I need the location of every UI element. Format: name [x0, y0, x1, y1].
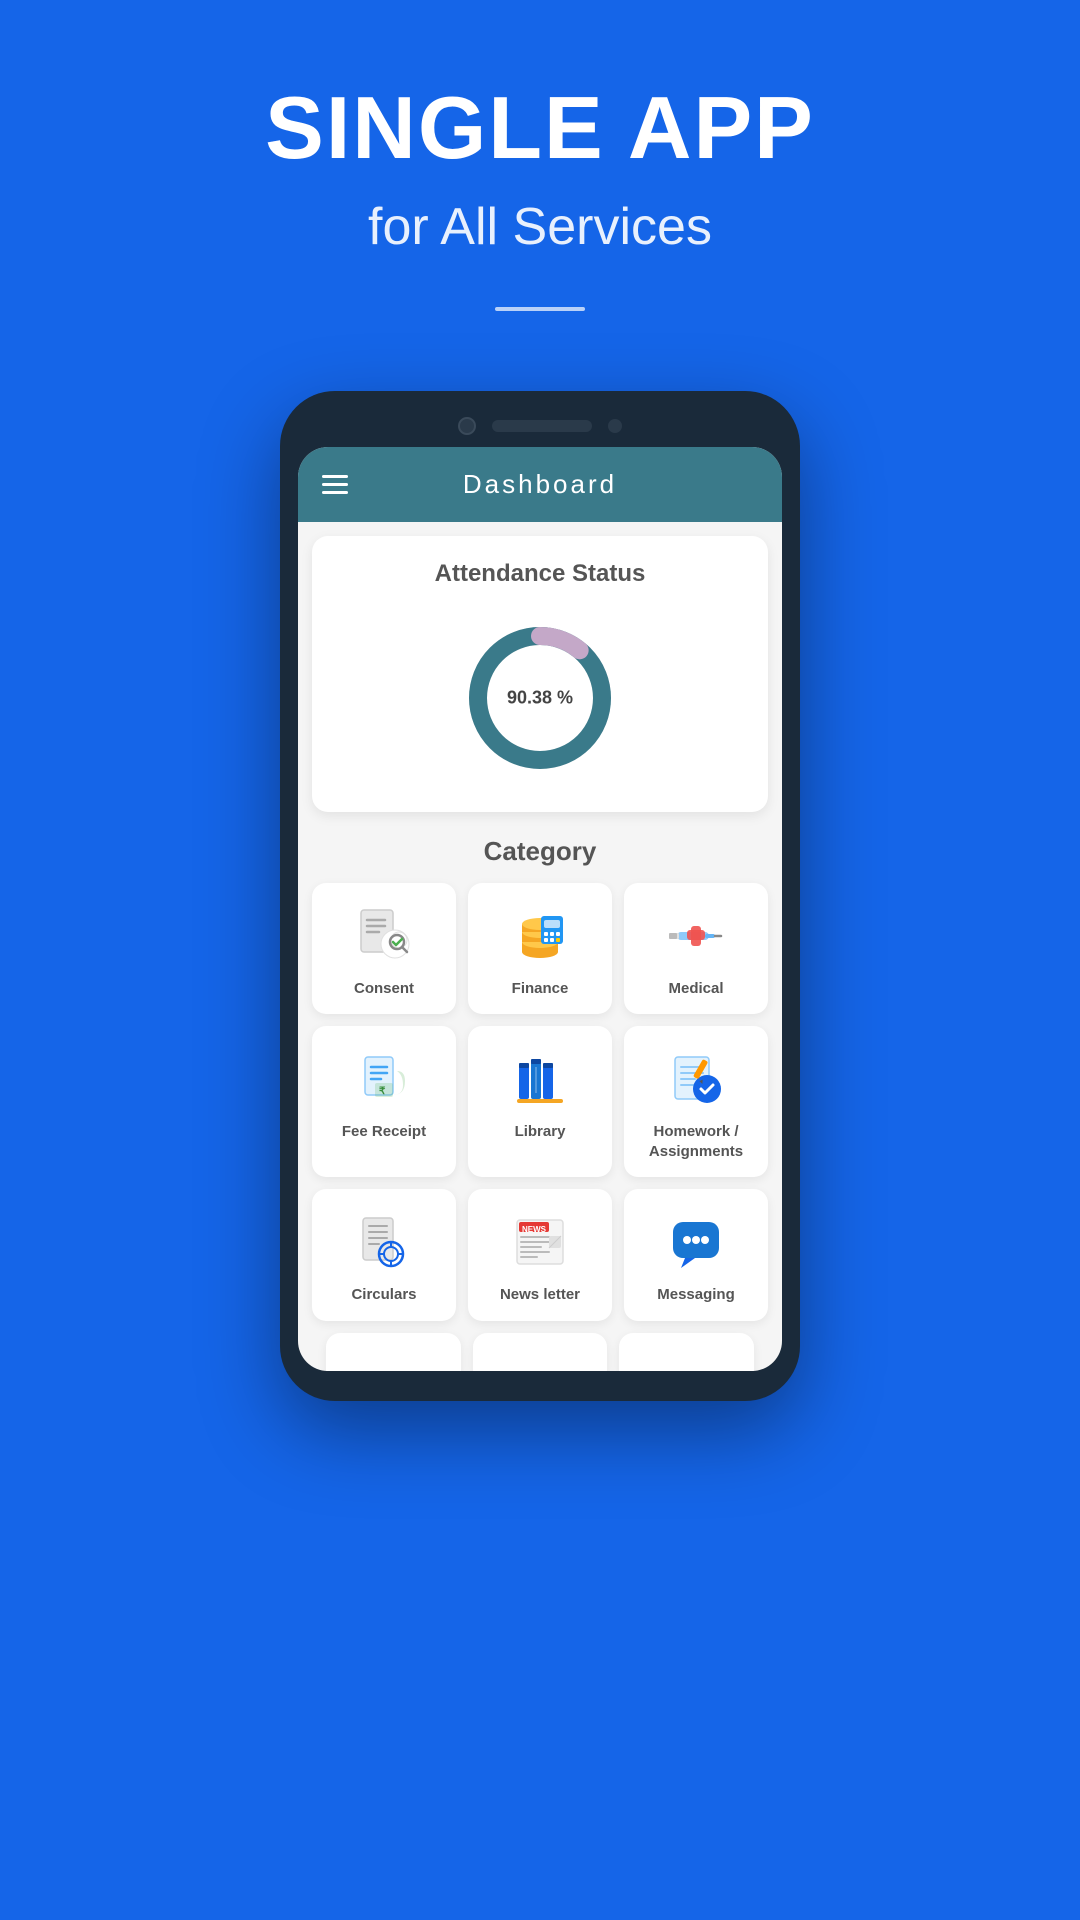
dashboard-header: Dashboard — [298, 447, 782, 522]
category-section: Category — [298, 826, 782, 1371]
homework-label: Homework / Assignments — [634, 1122, 758, 1161]
category-item-library[interactable]: Library — [468, 1026, 612, 1177]
phone-screen: Dashboard Attendance Status — [298, 447, 782, 1371]
category-grid: Consent — [312, 883, 768, 1321]
finance-icon — [508, 903, 572, 967]
category-item-finance[interactable]: Finance — [468, 883, 612, 1015]
category-item-homework[interactable]: Homework / Assignments — [624, 1026, 768, 1177]
fee-receipt-icon: ₹ — [352, 1046, 416, 1110]
phone-sensor — [608, 419, 622, 433]
dashboard-title: Dashboard — [463, 469, 617, 500]
phone-camera — [458, 417, 476, 435]
finance-label: Finance — [512, 979, 569, 999]
donut-chart: 90.38 % — [460, 618, 620, 778]
medical-label: Medical — [668, 979, 723, 999]
menu-line-3 — [322, 491, 348, 494]
category-item-fee-receipt[interactable]: ₹ Fee Receipt — [312, 1026, 456, 1177]
category-item-consent[interactable]: Consent — [312, 883, 456, 1015]
divider — [495, 307, 585, 311]
category-title: Category — [312, 836, 768, 867]
category-item-medical[interactable]: Medical — [624, 883, 768, 1015]
phone-mockup: Dashboard Attendance Status — [280, 391, 800, 1401]
menu-line-2 — [322, 483, 348, 486]
category-item-messaging[interactable]: Messaging — [624, 1189, 768, 1321]
phone-top-bar — [298, 409, 782, 447]
messaging-label: Messaging — [657, 1285, 735, 1305]
fee-receipt-label: Fee Receipt — [342, 1122, 426, 1142]
svg-text:₹: ₹ — [379, 1086, 386, 1097]
donut-chart-container: 90.38 % — [332, 608, 748, 788]
attendance-title: Attendance Status — [332, 560, 748, 588]
medical-icon — [664, 903, 728, 967]
header-section: SINGLE APP for All Services — [0, 0, 1080, 391]
partial-item-3 — [619, 1333, 754, 1371]
library-label: Library — [515, 1122, 566, 1142]
attendance-section: Attendance Status 90.38 % — [312, 536, 768, 812]
library-icon — [508, 1046, 572, 1110]
category-item-newsletter[interactable]: NEWS Ne — [468, 1189, 612, 1321]
phone-container: Dashboard Attendance Status — [0, 391, 1080, 1461]
category-item-circulars[interactable]: Circulars — [312, 1189, 456, 1321]
newsletter-icon: NEWS — [508, 1209, 572, 1273]
donut-center-label: 90.38 % — [507, 687, 573, 708]
messaging-icon — [664, 1209, 728, 1273]
circulars-icon — [352, 1209, 416, 1273]
homework-icon — [664, 1046, 728, 1110]
bottom-partial-row — [312, 1321, 768, 1371]
consent-label: Consent — [354, 979, 414, 999]
main-title: SINGLE APP — [40, 80, 1040, 177]
partial-item-2 — [473, 1333, 608, 1371]
sub-title: for All Services — [40, 197, 1040, 257]
menu-icon[interactable] — [322, 475, 348, 494]
partial-item-1 — [326, 1333, 461, 1371]
newsletter-label: News letter — [500, 1285, 580, 1305]
phone-speaker — [492, 420, 592, 432]
menu-line-1 — [322, 475, 348, 478]
consent-icon — [352, 903, 416, 967]
circulars-label: Circulars — [351, 1285, 416, 1305]
svg-text:NEWS: NEWS — [522, 1225, 547, 1234]
